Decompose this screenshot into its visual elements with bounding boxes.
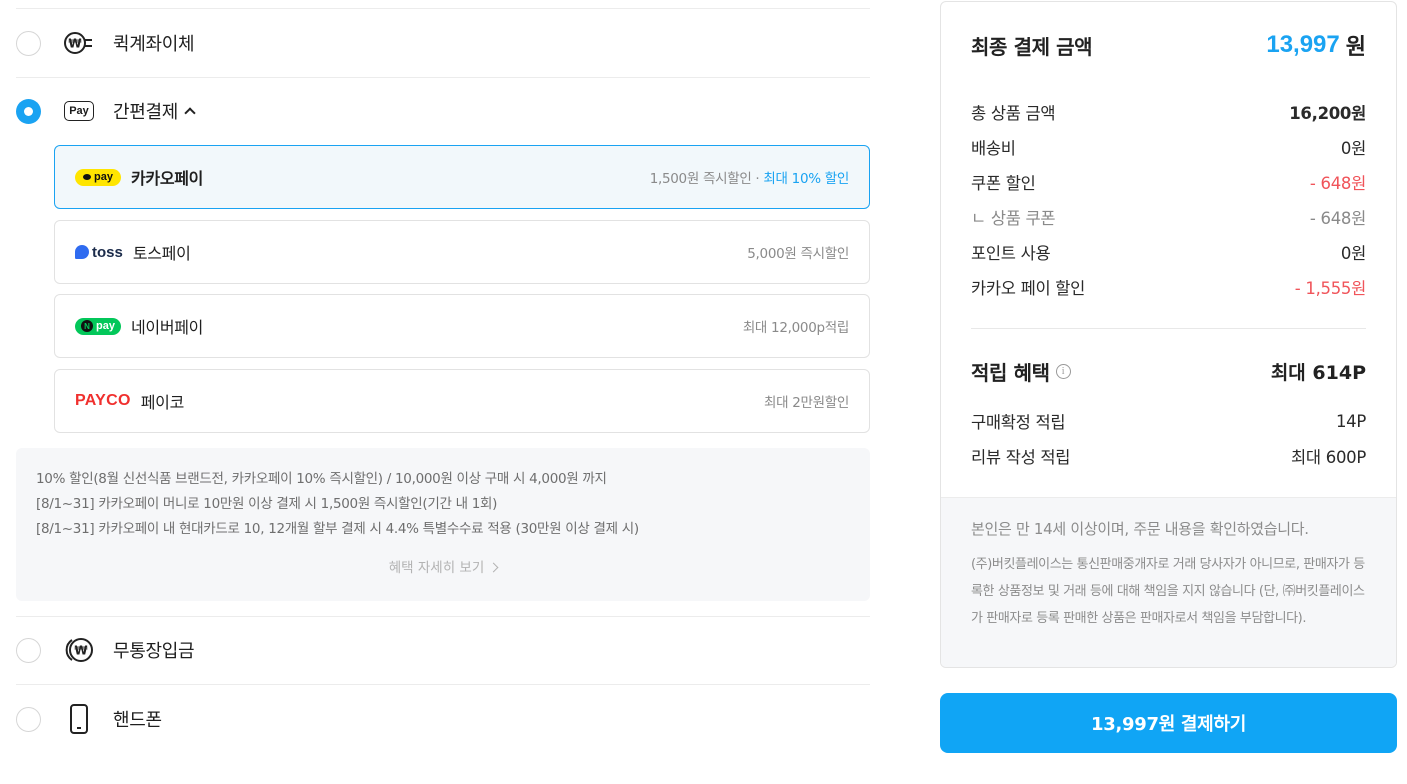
order-summary: 최종 결제 금액 13,997 원 총 상품 금액 16,200원 배송비 0원… <box>940 1 1397 668</box>
phone-icon <box>63 703 95 735</box>
divider <box>16 77 870 78</box>
option-benefit: 1,500원 즉시할인 · 최대 10% 할인 <box>649 171 850 187</box>
svg-text:₩: ₩ <box>68 37 82 51</box>
easypay-option-payco[interactable]: PAYCO 페이코 최대 2만원할인 <box>54 369 870 433</box>
points-row-review: 리뷰 작성 적립 최대 600P <box>971 448 1366 467</box>
toss-logo: toss <box>75 244 123 261</box>
option-name: 토스페이 <box>132 244 191 263</box>
radio-easy-pay[interactable] <box>16 98 41 124</box>
method-quick-transfer[interactable]: ₩ 퀵계좌이체 <box>16 13 870 73</box>
benefit-notice: 10% 할인(8월 신선식품 브랜드전, 카카오페이 10% 즉시할인) / 1… <box>16 448 870 601</box>
final-amount-header: 최종 결제 금액 13,997 원 <box>971 28 1366 62</box>
naverpay-logo: Npay <box>75 317 121 335</box>
summary-row-total: 총 상품 금액 16,200원 <box>971 104 1366 123</box>
kakaopay-logo: pay <box>75 168 121 186</box>
info-icon[interactable]: i <box>1055 363 1071 379</box>
notice-line: [8/1~31] 카카오페이 내 현대카드로 10, 12개월 할부 결제 시 … <box>36 521 639 537</box>
method-label: 퀵계좌이체 <box>113 34 195 55</box>
easypay-option-naverpay[interactable]: Npay 네이버페이 최대 12,000p적립 <box>54 294 870 358</box>
option-name: 페이코 <box>140 393 185 412</box>
method-easy-pay[interactable]: Pay 간편결제 <box>16 81 870 141</box>
summary-row-points: 포인트 사용 0원 <box>971 244 1366 263</box>
svg-text:₩: ₩ <box>74 644 88 658</box>
points-benefit-value: 최대 614P <box>1270 361 1366 384</box>
divider <box>16 8 870 9</box>
method-label: 무통장입금 <box>113 641 195 662</box>
method-label: 핸드폰 <box>113 710 162 731</box>
easypay-option-kakaopay[interactable]: pay 카카오페이 1,500원 즉시할인 · 최대 10% 할인 <box>54 145 870 209</box>
summary-row-product-coupon: ㄴ 상품 쿠폰 - 648원 <box>971 209 1366 228</box>
radio-phone[interactable] <box>16 706 41 732</box>
notice-line: [8/1~31] 카카오페이 머니로 10만원 이상 결제 시 1,500원 즉… <box>36 496 498 512</box>
summary-row-kakaopay-discount: 카카오 페이 할인 - 1,555원 <box>971 279 1366 298</box>
divider <box>16 616 870 617</box>
points-benefit-label: 적립 혜택 <box>971 360 1050 385</box>
divider <box>971 328 1366 329</box>
benefit-details-link[interactable]: 혜택 자세히 보기 <box>16 556 870 576</box>
agreement-footer: 본인은 만 14세 이상이며, 주문 내용을 확인하였습니다. (주)버킷플레이… <box>941 497 1396 667</box>
divider <box>16 684 870 685</box>
radio-bank-deposit[interactable] <box>16 637 41 663</box>
method-label: 간편결제 <box>113 98 196 124</box>
final-amount-unit: 원 <box>1345 35 1366 60</box>
option-benefit: 최대 2만원할인 <box>763 395 849 411</box>
points-benefit-header: 적립 혜택 i 최대 614P <box>971 356 1366 386</box>
option-benefit: 최대 12,000p적립 <box>742 320 849 336</box>
final-amount-label: 최종 결제 금액 <box>971 34 1093 59</box>
payco-logo: PAYCO <box>75 392 131 409</box>
option-benefit: 5,000원 즉시할인 <box>747 246 849 262</box>
age-agreement-text: 본인은 만 14세 이상이며, 주문 내용을 확인하였습니다. <box>971 520 1309 538</box>
summary-row-coupon: 쿠폰 할인 - 648원 <box>971 174 1366 193</box>
legal-disclaimer: (주)버킷플레이스는 통신판매중개자로 거래 당사자가 아니므로, 판매자가 등… <box>971 557 1365 626</box>
payment-method-section: ₩ 퀵계좌이체 Pay 간편결제 pay 카카오페이 1,500원 즉시할인 ·… <box>16 0 870 784</box>
radio-quick-transfer[interactable] <box>16 30 41 56</box>
chevron-right-icon <box>488 562 499 573</box>
method-bank-deposit[interactable]: ₩ 무통장입금 <box>16 620 870 680</box>
points-row-purchase-confirm: 구매확정 적립 14P <box>971 411 1366 433</box>
easypay-option-tosspay[interactable]: toss 토스페이 5,000원 즉시할인 <box>54 220 870 284</box>
pay-icon: Pay <box>63 95 95 127</box>
option-name: 네이버페이 <box>131 318 204 337</box>
summary-row-shipping: 배송비 0원 <box>971 139 1366 158</box>
won-coin-icon: ₩ <box>63 634 95 666</box>
notice-line: 10% 할인(8월 신선식품 브랜드전, 카카오페이 10% 즉시할인) / 1… <box>36 471 607 487</box>
method-phone[interactable]: 핸드폰 <box>16 689 870 749</box>
option-name: 카카오페이 <box>131 169 204 188</box>
pay-button[interactable]: 13,997원 결제하기 <box>940 693 1397 753</box>
won-transfer-icon: ₩ <box>63 27 95 59</box>
final-amount-value: 13,997 <box>1266 31 1340 58</box>
chevron-up-icon <box>184 107 196 119</box>
